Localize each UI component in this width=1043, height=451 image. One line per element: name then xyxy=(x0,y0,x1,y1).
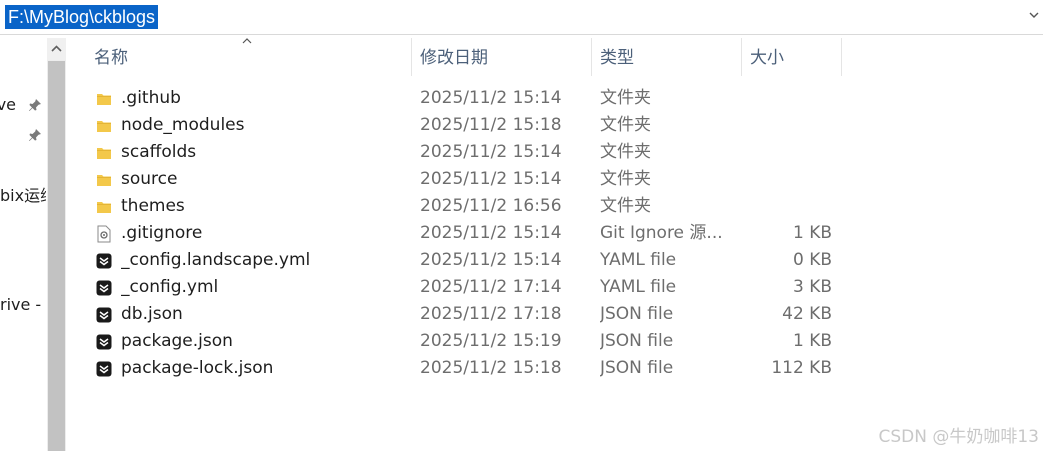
file-modified-date: 2025/11/2 15:14 xyxy=(420,169,562,189)
settings-file-icon xyxy=(95,225,113,243)
file-row[interactable]: db.json 2025/11/2 17:18 JSON file 42 KB xyxy=(88,301,848,328)
file-modified-date: 2025/11/2 15:19 xyxy=(420,331,562,351)
navigation-pane: ve bix运维 rive - xyxy=(0,35,46,451)
pin-icon[interactable] xyxy=(28,98,42,112)
file-modified-date: 2025/11/2 17:18 xyxy=(420,304,562,324)
chevron-up-icon xyxy=(51,45,62,52)
file-name: source xyxy=(121,169,178,189)
folder-icon xyxy=(95,117,113,135)
chevron-down-icon[interactable] xyxy=(1027,8,1041,22)
nav-item-label: ve xyxy=(0,95,16,114)
column-header-date[interactable]: 修改日期 xyxy=(412,38,592,76)
file-type: YAML file xyxy=(600,277,677,297)
file-name: .gitignore xyxy=(121,223,203,243)
file-size: 3 KB xyxy=(792,277,832,297)
folder-icon xyxy=(95,171,113,189)
sort-ascending-icon xyxy=(242,38,252,44)
file-modified-date: 2025/11/2 17:14 xyxy=(420,277,562,297)
file-row[interactable]: scaffolds 2025/11/2 15:14 文件夹 xyxy=(88,139,848,166)
file-row[interactable]: node_modules 2025/11/2 15:18 文件夹 xyxy=(88,112,848,139)
file-name: node_modules xyxy=(121,115,245,135)
address-bar[interactable]: F:\MyBlog\ckblogs xyxy=(0,0,1043,35)
file-row[interactable]: .gitignore 2025/11/2 15:14 Git Ignore 源...… xyxy=(88,220,848,247)
nav-item-label: bix运维 xyxy=(0,186,46,205)
folder-icon xyxy=(95,198,113,216)
scroll-thumb[interactable] xyxy=(48,61,65,451)
code-file-icon xyxy=(95,306,113,324)
file-name: themes xyxy=(121,196,185,216)
file-type: Git Ignore 源... xyxy=(600,223,723,243)
file-name: .github xyxy=(121,88,181,108)
file-type: JSON file xyxy=(600,358,674,378)
code-file-icon xyxy=(95,279,113,297)
file-modified-date: 2025/11/2 15:14 xyxy=(420,223,562,243)
folder-icon xyxy=(95,144,113,162)
column-header-label: 修改日期 xyxy=(420,48,488,68)
file-name: package-lock.json xyxy=(121,358,274,378)
file-modified-date: 2025/11/2 15:14 xyxy=(420,88,562,108)
nav-item-3[interactable]: rive - xyxy=(0,295,46,315)
watermark: CSDN @牛奶咖啡13 xyxy=(878,427,1039,447)
file-size: 42 KB xyxy=(782,304,832,324)
file-size: 112 KB xyxy=(771,358,832,378)
nav-item-label: rive - xyxy=(0,295,42,314)
file-name: db.json xyxy=(121,304,183,324)
address-path[interactable]: F:\MyBlog\ckblogs xyxy=(5,5,159,29)
file-type: 文件夹 xyxy=(600,142,651,162)
pin-icon[interactable] xyxy=(28,128,42,142)
file-row[interactable]: .github 2025/11/2 15:14 文件夹 xyxy=(88,85,848,112)
file-row[interactable]: _config.yml 2025/11/2 17:14 YAML file 3 KB xyxy=(88,274,848,301)
file-size: 1 KB xyxy=(792,331,832,351)
column-header-label: 类型 xyxy=(600,48,634,68)
code-file-icon xyxy=(95,252,113,270)
file-type: JSON file xyxy=(600,304,674,324)
file-modified-date: 2025/11/2 15:18 xyxy=(420,358,562,378)
scroll-up-button[interactable] xyxy=(47,38,66,60)
file-row[interactable]: package-lock.json 2025/11/2 15:18 JSON fil… xyxy=(88,355,848,382)
code-file-icon xyxy=(95,333,113,351)
column-header-label: 名称 xyxy=(94,48,128,68)
file-type: 文件夹 xyxy=(600,88,651,108)
file-name: package.json xyxy=(121,331,233,351)
file-type: 文件夹 xyxy=(600,169,651,189)
file-type: YAML file xyxy=(600,250,677,270)
file-modified-date: 2025/11/2 15:14 xyxy=(420,250,562,270)
file-modified-date: 2025/11/2 16:56 xyxy=(420,196,562,216)
file-row[interactable]: _config.landscape.yml 2025/11/2 15:14 YAML… xyxy=(88,247,848,274)
column-header-size[interactable]: 大小 xyxy=(742,38,842,76)
column-header-label: 大小 xyxy=(750,48,784,68)
nav-item-2[interactable]: bix运维 xyxy=(0,186,46,206)
file-row[interactable]: themes 2025/11/2 16:56 文件夹 xyxy=(88,193,848,220)
folder-icon xyxy=(95,90,113,108)
file-row[interactable]: source 2025/11/2 15:14 文件夹 xyxy=(88,166,848,193)
file-name: _config.landscape.yml xyxy=(121,250,311,270)
nav-item-1[interactable]: ve xyxy=(0,95,16,115)
code-file-icon xyxy=(95,360,113,378)
file-modified-date: 2025/11/2 15:14 xyxy=(420,142,562,162)
file-modified-date: 2025/11/2 15:18 xyxy=(420,115,562,135)
file-row[interactable]: package.json 2025/11/2 15:19 JSON file 1 KB xyxy=(88,328,848,355)
file-name: scaffolds xyxy=(121,142,197,162)
file-type: 文件夹 xyxy=(600,115,651,135)
column-header-type[interactable]: 类型 xyxy=(592,38,742,76)
file-name: _config.yml xyxy=(121,277,219,297)
file-type: JSON file xyxy=(600,331,674,351)
vertical-scrollbar[interactable] xyxy=(47,38,66,451)
file-type: 文件夹 xyxy=(600,196,651,216)
file-size: 0 KB xyxy=(792,250,832,270)
file-size: 1 KB xyxy=(792,223,832,243)
